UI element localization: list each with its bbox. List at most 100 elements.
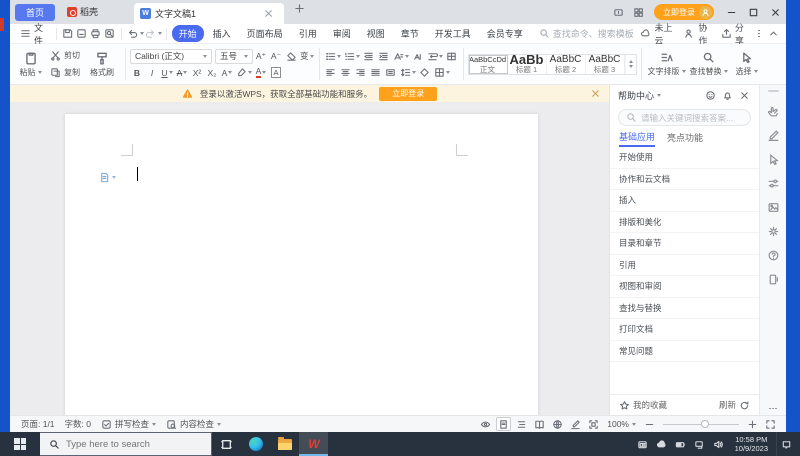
view-outline-icon[interactable] bbox=[514, 417, 529, 431]
font-size-select[interactable]: 五号 bbox=[215, 48, 253, 64]
layout-grid-icon[interactable] bbox=[628, 2, 648, 22]
my-favorites-button[interactable]: 我的收藏 bbox=[619, 399, 667, 411]
font-name-select[interactable]: Calibri (正文) bbox=[130, 48, 212, 64]
line-spacing-button[interactable] bbox=[399, 65, 417, 79]
zoom-out-icon[interactable] bbox=[642, 417, 657, 431]
print-preview-icon[interactable] bbox=[103, 26, 117, 42]
battery-icon[interactable] bbox=[672, 432, 689, 456]
style-heading2[interactable]: AaBbC 标题 2 bbox=[547, 54, 586, 74]
align-center-button[interactable] bbox=[339, 65, 353, 79]
customize-toolbar-icon[interactable] bbox=[157, 32, 162, 35]
save-icon[interactable] bbox=[61, 26, 75, 42]
ribbon-tab-references[interactable]: 引用 bbox=[292, 25, 324, 42]
help-item-layout-beautify[interactable]: 排版和美化 bbox=[610, 212, 759, 233]
taskbar-search-input[interactable] bbox=[66, 438, 186, 450]
settings-gear-icon[interactable] bbox=[761, 219, 785, 243]
refresh-button[interactable]: 刷新 bbox=[719, 399, 750, 411]
tab-list-icon[interactable] bbox=[608, 2, 628, 22]
fullscreen-icon[interactable] bbox=[763, 417, 778, 431]
export-pdf-icon[interactable] bbox=[75, 26, 89, 42]
new-tab-button[interactable] bbox=[294, 1, 305, 19]
help-tab-highlights[interactable]: 亮点功能 bbox=[667, 131, 703, 146]
view-web-layout-icon[interactable] bbox=[550, 417, 565, 431]
text-effects-button[interactable]: 变 bbox=[299, 49, 315, 63]
collaborate-button[interactable]: 协作 bbox=[680, 21, 714, 47]
help-item-toc-chapters[interactable]: 目录和章节 bbox=[610, 233, 759, 255]
help-item-insert[interactable]: 插入 bbox=[610, 190, 759, 212]
view-page-mode-icon[interactable] bbox=[496, 417, 512, 431]
shading-button[interactable] bbox=[418, 65, 432, 79]
eye-protection-icon[interactable] bbox=[478, 417, 493, 431]
close-document-icon[interactable] bbox=[258, 4, 278, 24]
more-options-icon[interactable] bbox=[753, 29, 765, 38]
style-normal[interactable]: AaBbCcDd 正文 bbox=[468, 54, 508, 74]
style-heading3[interactable]: AaBbC 标题 3 bbox=[586, 54, 625, 74]
copy-button[interactable]: 复制 bbox=[47, 65, 83, 80]
increase-indent-button[interactable] bbox=[377, 49, 391, 63]
fit-page-icon[interactable] bbox=[586, 417, 601, 431]
wps-office-button[interactable]: W bbox=[299, 432, 328, 456]
ribbon-tab-review[interactable]: 审阅 bbox=[326, 25, 358, 42]
pen-edit-icon[interactable] bbox=[761, 123, 785, 147]
redo-icon[interactable] bbox=[144, 26, 158, 42]
notification-close-icon[interactable] bbox=[590, 88, 601, 101]
ribbon-tab-member[interactable]: 会员专享 bbox=[480, 25, 530, 42]
char-border-button[interactable]: A bbox=[269, 66, 283, 80]
format-painter-button[interactable]: 格式刷 bbox=[83, 51, 121, 78]
ribbon-tab-section[interactable]: 章节 bbox=[394, 25, 426, 42]
bullet-list-button[interactable] bbox=[324, 49, 342, 63]
undo-icon[interactable] bbox=[126, 26, 140, 42]
strikethrough-button[interactable]: A bbox=[175, 66, 189, 80]
decrease-indent-button[interactable] bbox=[362, 49, 376, 63]
document-tab[interactable]: W 文字文稿1 bbox=[134, 3, 285, 24]
underline-button[interactable]: U bbox=[160, 66, 174, 80]
subscript-button[interactable]: X₂ bbox=[205, 66, 219, 80]
highlight-color-button[interactable] bbox=[235, 66, 253, 80]
collapse-ribbon-icon[interactable] bbox=[767, 26, 780, 42]
login-button[interactable]: 立即登录 bbox=[654, 4, 714, 20]
zoom-level-select[interactable]: 100% bbox=[604, 419, 639, 429]
notifications-bell-icon[interactable] bbox=[720, 89, 734, 103]
align-right-button[interactable] bbox=[354, 65, 368, 79]
close-help-panel-icon[interactable] bbox=[737, 89, 751, 103]
side-toolbar-handle[interactable] bbox=[767, 90, 779, 92]
char-scale-button[interactable] bbox=[411, 49, 425, 63]
document-page[interactable] bbox=[65, 114, 538, 415]
content-check-toggle[interactable]: 内容检查 bbox=[163, 418, 224, 430]
style-heading1[interactable]: AaBb 标题 1 bbox=[508, 53, 547, 74]
notification-login-button[interactable]: 立即登录 bbox=[379, 86, 438, 101]
side-toolbar-more-icon[interactable] bbox=[769, 407, 777, 409]
properties-sliders-icon[interactable] bbox=[761, 171, 785, 195]
help-item-collab-cloud[interactable]: 协作和云文档 bbox=[610, 169, 759, 190]
paste-options-icon[interactable] bbox=[99, 172, 116, 183]
command-search-input[interactable]: 查找命令、搜索模板 bbox=[539, 27, 637, 40]
zoom-slider[interactable] bbox=[663, 420, 739, 428]
styles-scroll-down-icon[interactable] bbox=[628, 65, 633, 68]
help-item-faq[interactable]: 常见问题 bbox=[610, 341, 759, 362]
borders-button[interactable] bbox=[433, 65, 451, 79]
help-title-dropdown-icon[interactable] bbox=[657, 94, 662, 97]
select-button[interactable]: 选择 bbox=[730, 51, 764, 77]
align-left-button[interactable] bbox=[324, 65, 338, 79]
news-widget-icon[interactable] bbox=[634, 432, 651, 456]
docer-tab[interactable]: 稻壳 bbox=[67, 5, 98, 18]
styles-scroll-up-icon[interactable] bbox=[628, 60, 633, 63]
ribbon-tab-page-layout[interactable]: 页面布局 bbox=[240, 25, 290, 42]
mobile-view-icon[interactable] bbox=[761, 267, 785, 291]
share-button[interactable]: 分享 bbox=[717, 21, 751, 47]
bold-button[interactable]: B bbox=[130, 66, 144, 80]
file-explorer-button[interactable] bbox=[270, 432, 299, 456]
feedback-smiley-icon[interactable] bbox=[703, 89, 717, 103]
help-item-view-review[interactable]: 视图和审阅 bbox=[610, 276, 759, 298]
find-replace-button[interactable]: 查找替换 bbox=[688, 51, 730, 77]
number-list-button[interactable] bbox=[343, 49, 361, 63]
ribbon-tab-developer[interactable]: 开发工具 bbox=[428, 25, 478, 42]
word-count[interactable]: 字数: 0 bbox=[62, 418, 94, 430]
help-item-get-started[interactable]: 开始使用 bbox=[610, 147, 759, 169]
network-icon[interactable] bbox=[691, 432, 708, 456]
wrap-button[interactable] bbox=[426, 49, 444, 63]
italic-button[interactable]: I bbox=[145, 66, 159, 80]
cloud-sync-button[interactable]: 未上云 bbox=[636, 21, 678, 47]
onedrive-cloud-icon[interactable] bbox=[653, 432, 670, 456]
action-center-icon[interactable] bbox=[776, 432, 796, 456]
